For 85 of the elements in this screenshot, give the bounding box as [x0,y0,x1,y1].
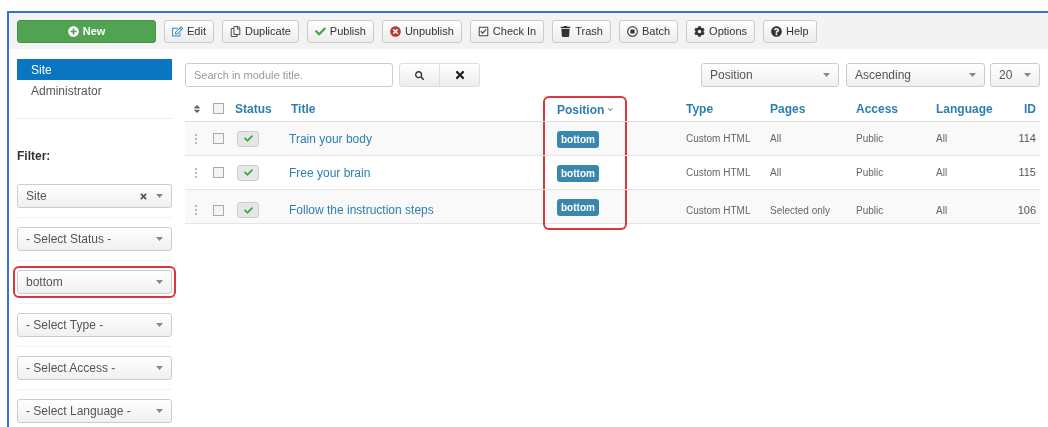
filter-select[interactable]: - Select Access - [17,356,172,380]
caret-icon [156,194,163,198]
column-label[interactable]: Title [291,99,316,118]
check-icon [314,25,326,37]
table-cell-text: All [936,166,948,180]
row-checkbox[interactable] [213,133,224,144]
filter-select[interactable]: - Select Language - [17,399,172,423]
trash-icon [560,25,572,37]
drag-handle-icon[interactable] [195,167,197,178]
search-icon [415,70,424,80]
caret-icon [156,280,163,284]
toolbar-button[interactable]: Publish [306,19,374,43]
copy-icon [229,25,241,37]
status-toggle[interactable] [237,164,259,181]
table-cell-text: Public [856,166,884,180]
drag-handle-icon[interactable] [195,205,197,215]
column-label[interactable]: Status [235,99,272,118]
position-badge: bottom [557,165,599,182]
row-checkbox[interactable] [213,167,224,178]
filter-select[interactable]: - Select Type - [17,313,172,337]
position-badge: bottom [557,199,599,216]
module-title-link[interactable]: Follow the instruction steps [289,201,434,219]
table-cell-text: Custom HTML [686,132,751,146]
toolbar-button[interactable]: Help [763,19,817,43]
id-cell-text: 114 [1018,131,1036,147]
edit-icon [172,25,183,37]
toolbar-button[interactable]: Duplicate [221,19,299,43]
chevron-down-icon[interactable] [608,105,613,114]
position-badge: bottom [557,131,599,148]
sidebar-item[interactable]: Site [17,59,172,80]
filter-select[interactable]: - Select Status - [17,227,172,251]
caret-icon [969,73,976,77]
toolbar-button[interactable]: Batch [618,19,679,43]
table-cell-text: All [936,132,948,146]
filter-select[interactable]: bottom [17,270,172,294]
filter-select[interactable]: Site [17,184,172,208]
sort-icon[interactable] [193,103,201,114]
drag-handle-icon[interactable] [195,133,197,144]
sidebar-item[interactable]: Administrator [17,80,172,101]
column-label[interactable]: Access [856,99,899,118]
row-checkbox[interactable] [213,204,224,216]
check-icon [243,168,253,177]
caret-icon [1024,73,1031,77]
toolbar-button[interactable]: Unpublish [381,19,462,43]
table-cell-text: Custom HTML [686,166,751,180]
column-label[interactable]: ID [1024,99,1036,118]
toolbar-button[interactable]: Edit [164,19,214,43]
search-field[interactable]: Search in module title. [185,63,393,87]
caret-icon [156,237,163,241]
toolbar-button[interactable]: Check In [469,19,545,43]
table-cell-text: All [770,132,782,146]
clear-icon[interactable] [139,191,148,201]
table-cell-text: Public [856,203,884,218]
table-cell-text: All [936,203,948,218]
table-cell-text: Public [856,132,884,146]
check-icon [243,134,253,143]
id-cell-text: 115 [1018,165,1036,181]
status-toggle[interactable] [237,202,259,218]
table-cell-text: Custom HTML [686,203,751,218]
column-label[interactable]: Pages [770,99,806,118]
toolbar-button[interactable]: Trash [552,19,611,43]
column-label[interactable]: Position [557,100,605,119]
caret-icon [156,323,163,327]
sort-select[interactable]: Ascending [846,63,985,87]
select-all-checkbox[interactable] [213,103,224,114]
filter-label: Filter: [17,148,52,165]
id-cell-text: 106 [1017,202,1036,218]
close-icon [453,69,466,81]
table-cell-text: All [770,166,782,180]
check-icon [243,205,253,215]
table-cell-text: Selected only [770,203,831,218]
help-icon [771,25,783,37]
module-title-link[interactable]: Free your brain [289,163,371,182]
sort-select[interactable]: Position [701,63,839,87]
column-label[interactable]: Type [686,99,714,118]
column-label[interactable]: Language [936,99,993,118]
caret-icon [156,366,163,370]
caret-icon [156,409,163,413]
caret-icon [823,73,830,77]
status-toggle[interactable] [237,130,259,147]
sort-select[interactable]: 20 [990,63,1040,87]
toolbar-button[interactable]: Options [686,19,756,43]
checkbox-icon [477,25,489,37]
gear-icon [694,25,706,37]
module-title-link[interactable]: Train your body [289,129,372,148]
